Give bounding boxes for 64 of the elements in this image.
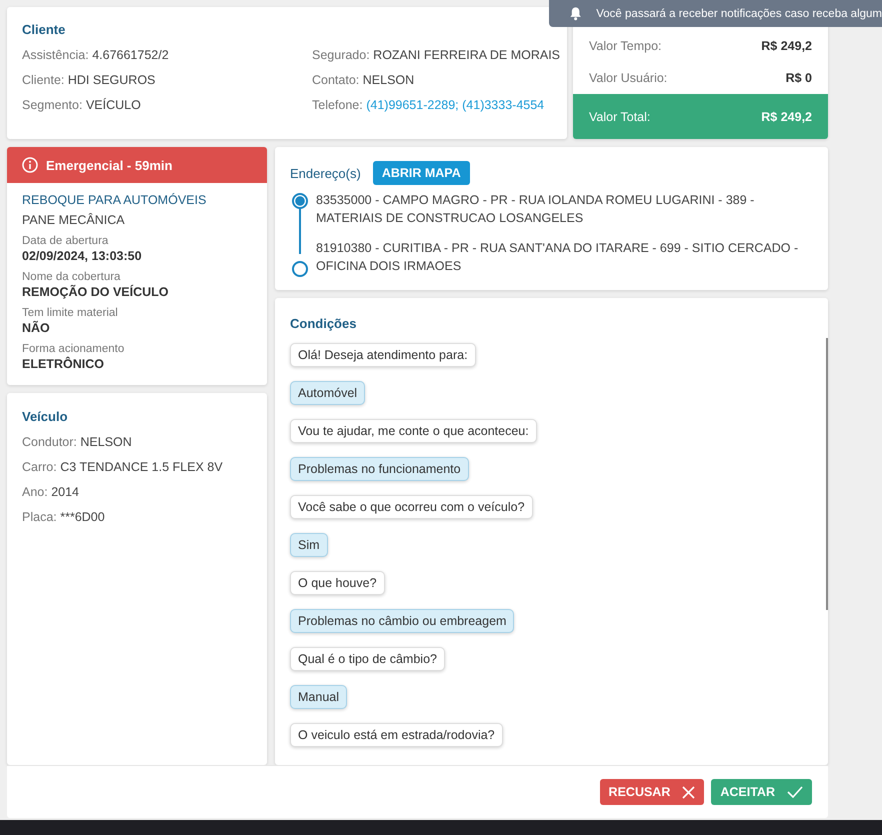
answer-bubble: Automóvel: [290, 381, 366, 405]
phone-link[interactable]: (41)99651-2289; (41)3333-4554: [366, 98, 544, 112]
field-label: Segurado:: [312, 48, 370, 62]
address-text: 83535000 - CAMPO MAGRO - PR - RUA IOLANDA ROMEU LUGARINI - 389 - MATERIAIS DE CONSTRUCAO LOSANGELES: [316, 192, 756, 227]
question-bubble: O que houve?: [290, 571, 385, 595]
close-icon: [682, 786, 696, 798]
question-bubble: O veiculo está em estrada/rodovia?: [290, 723, 503, 747]
question-bubble: Olá! Deseja atendimento para:: [290, 343, 476, 367]
detail-label: Data de abertura: [22, 235, 110, 247]
notification-text: Você passará a receber notificações caso receba algum: [596, 8, 882, 20]
section-title: Veículo: [22, 409, 69, 424]
service-title: REBOQUE PARA AUTOMÓVEIS: [22, 193, 208, 207]
reject-button[interactable]: RECUSAR: [600, 779, 704, 805]
field-value: 4.67661752/2: [92, 48, 169, 62]
value-label: Valor Usuário:: [589, 71, 668, 85]
answer-bubble: Problemas no funcionamento: [290, 457, 469, 481]
answer-bubble: Manual: [290, 685, 347, 709]
info-icon: [22, 157, 38, 173]
answer-bubble: Sim: [290, 533, 328, 557]
field-label: Cliente:: [22, 73, 64, 87]
accept-button[interactable]: ACEITAR: [711, 779, 812, 805]
detail-value: NÃO: [22, 321, 51, 335]
alert-text: Emergencial - 59min: [46, 158, 172, 172]
value-amount: R$ 249,2: [761, 39, 812, 53]
address-text: 81910380 - CURITIBA - PR - RUA SANT'ANA DO ITARARE - 699 - SITIO CERCADO - OFICINA DOIS IRMAOES: [316, 240, 800, 275]
detail-value: REMOÇÃO DO VEÍCULO: [22, 285, 170, 299]
field-value: NELSON: [80, 435, 132, 449]
field-label: Placa:: [22, 510, 57, 524]
detail-label: Nome da cobertura: [22, 271, 122, 283]
field-value: 2014: [51, 485, 80, 499]
question-bubble: Vou te ajudar, me conte o que aconteceu:: [290, 419, 537, 443]
detail-value: ELETRÔNICO: [22, 357, 105, 371]
field-value: ROZANI FERREIRA DE MORAIS: [373, 48, 560, 62]
bell-icon: [569, 6, 582, 21]
scrollbar[interactable]: [826, 338, 828, 610]
field-value: NELSON: [362, 73, 414, 87]
value-label: Valor Tempo:: [589, 39, 662, 53]
answer-bubble: Problemas no câmbio ou embreagem: [290, 609, 514, 633]
field-label: Contato:: [312, 73, 360, 87]
field-value: C3 TENDANCE 1.5 FLEX 8V: [60, 460, 223, 474]
field-label: Segmento:: [22, 98, 82, 112]
question-bubble: Você sabe o que ocorreu com o veículo?: [290, 495, 533, 519]
open-map-button[interactable]: ABRIR MAPA: [372, 161, 470, 185]
field-label: Carro:: [22, 460, 57, 474]
value-amount: R$ 0: [786, 71, 812, 85]
field-value: HDI SEGUROS: [68, 73, 156, 87]
question-bubble: Qual é o tipo de câmbio?: [290, 647, 445, 671]
field-label: Ano:: [22, 485, 48, 499]
detail-label: Forma acionamento: [22, 343, 126, 355]
connector-line: [299, 208, 301, 254]
total-label: Valor Total:: [589, 110, 650, 124]
field-label: Condutor:: [22, 435, 77, 449]
total-amount: R$ 249,2: [761, 110, 812, 124]
detail-value: 02/09/2024, 13:03:50: [22, 249, 143, 263]
check-icon: [787, 786, 803, 798]
field-label: Telefone:: [312, 98, 363, 112]
section-title: Cliente: [22, 22, 66, 37]
field-label: Assistência:: [22, 48, 89, 62]
section-title: Condições: [290, 316, 358, 331]
field-value: VEÍCULO: [86, 98, 141, 112]
detail-label: Tem limite material: [22, 307, 119, 319]
section-title: Endereço(s): [290, 166, 361, 180]
field-value: ***6D00: [60, 510, 105, 524]
service-subtitle: PANE MECÂNICA: [22, 213, 126, 227]
